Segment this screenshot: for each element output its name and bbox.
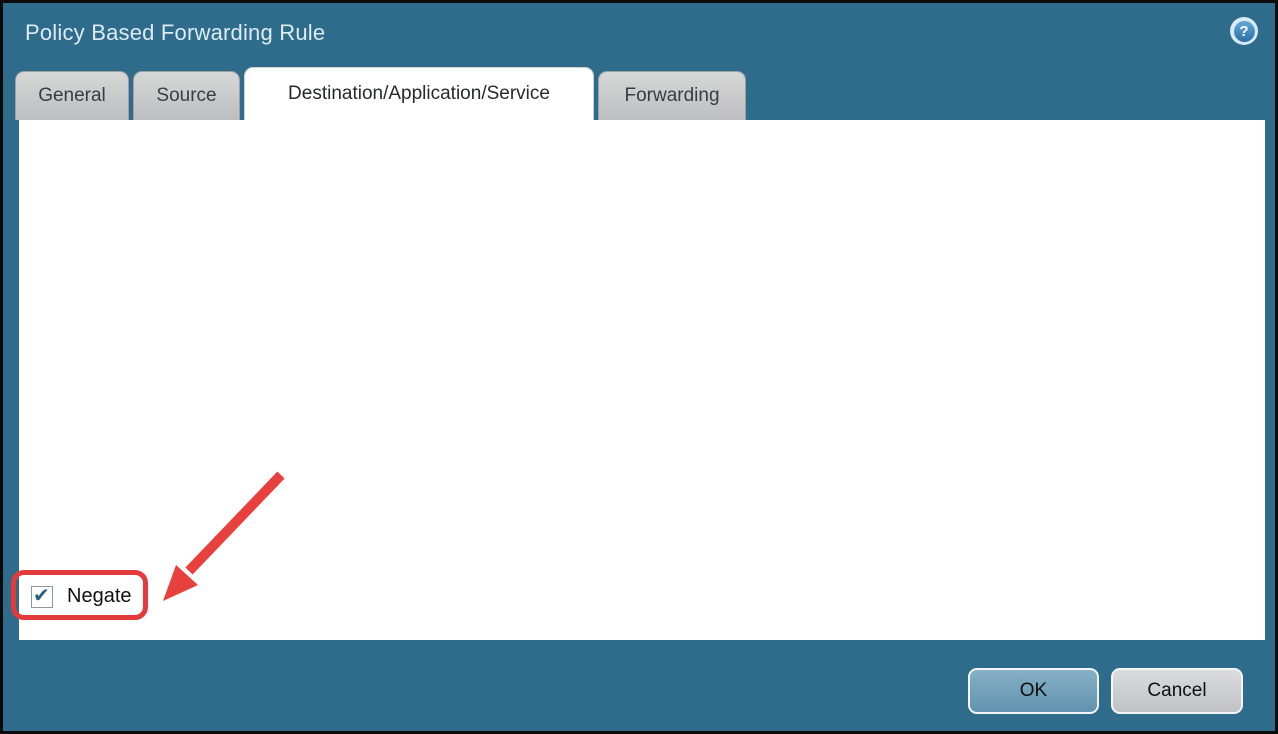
help-icon[interactable]: ? bbox=[1230, 17, 1258, 45]
tab-general[interactable]: General bbox=[15, 71, 129, 120]
tab-general-label: General bbox=[38, 85, 106, 107]
tab-forwarding-label: Forwarding bbox=[624, 85, 719, 107]
cancel-button-label: Cancel bbox=[1147, 680, 1206, 702]
tab-source-label: Source bbox=[156, 85, 216, 107]
negate-label: Negate bbox=[67, 585, 132, 608]
tab-destination-label: Destination/Application/Service bbox=[288, 83, 550, 105]
dialog-title: Policy Based Forwarding Rule bbox=[25, 20, 325, 46]
negate-control: Negate bbox=[31, 585, 132, 608]
ok-button[interactable]: OK bbox=[968, 668, 1099, 714]
negate-checkbox[interactable] bbox=[31, 586, 53, 608]
tab-source[interactable]: Source bbox=[133, 71, 240, 120]
tab-forwarding[interactable]: Forwarding bbox=[598, 71, 746, 120]
ok-button-label: OK bbox=[1020, 680, 1047, 702]
policy-based-forwarding-dialog: Policy Based Forwarding Rule ? General S… bbox=[0, 0, 1278, 734]
tab-content-area bbox=[19, 120, 1265, 640]
tab-destination-application-service[interactable]: Destination/Application/Service bbox=[244, 67, 594, 120]
cancel-button[interactable]: Cancel bbox=[1111, 668, 1243, 714]
